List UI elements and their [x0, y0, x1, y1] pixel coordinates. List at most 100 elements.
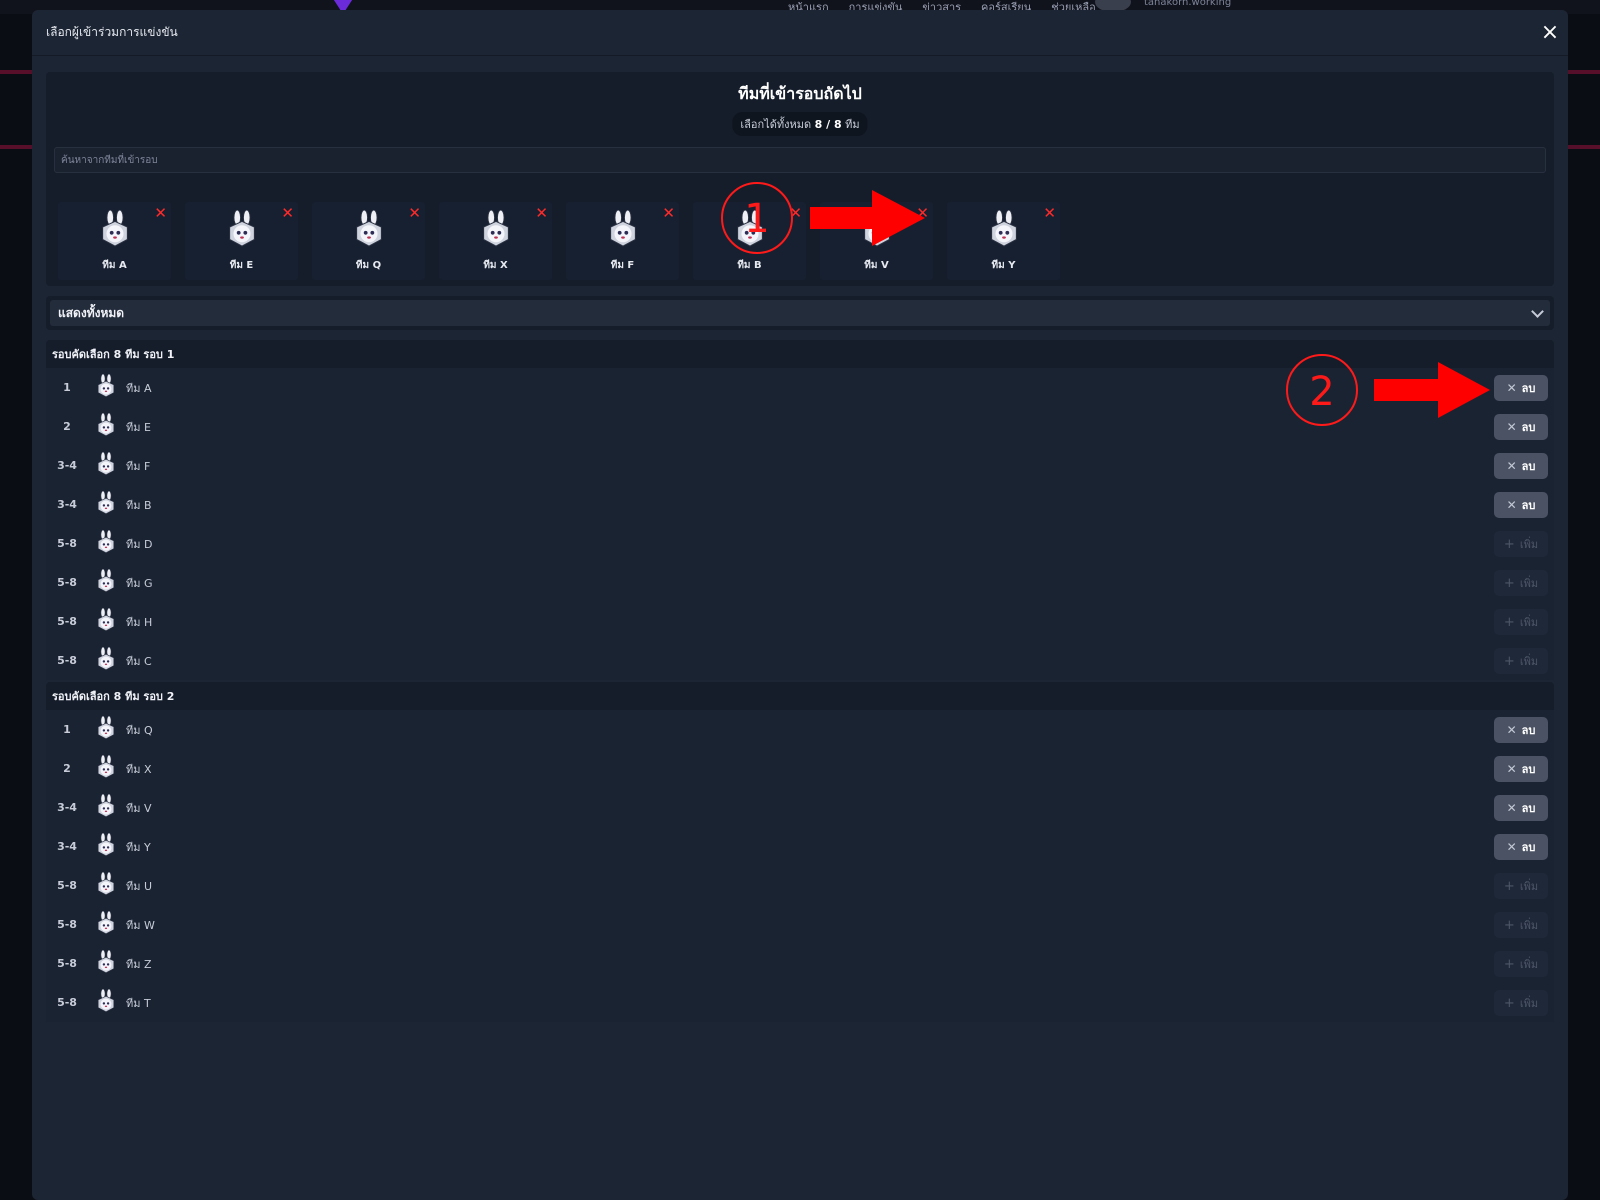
plus-icon: +: [1503, 878, 1515, 894]
team-rank: 3-4: [57, 498, 77, 511]
team-row: 5-8 ทีม H + เพิ่ม: [46, 602, 1554, 641]
plus-icon: +: [1503, 917, 1515, 933]
close-icon[interactable]: ×: [1540, 22, 1560, 44]
add-button[interactable]: + เพิ่ม: [1494, 531, 1548, 557]
team-rank: 5-8: [57, 537, 77, 550]
remove-team-icon[interactable]: ✕: [408, 204, 421, 222]
team-name: ทีม Q: [126, 723, 153, 737]
team-row: 5-8 ทีม Z + เพิ่ม: [46, 944, 1554, 983]
add-button[interactable]: + เพิ่ม: [1494, 570, 1548, 596]
team-row: 5-8 ทีม C + เพิ่ม: [46, 641, 1554, 680]
close-icon: ✕: [1506, 801, 1517, 815]
team-avatar-icon: [604, 209, 642, 252]
action-label: เพิ่ม: [1519, 958, 1539, 971]
selected-team-name: ทีม E: [229, 260, 254, 271]
team-rank: 5-8: [57, 654, 77, 667]
filter-dropdown[interactable]: แสดงทั้งหมด: [46, 296, 1554, 330]
team-rank: 3-4: [57, 801, 77, 814]
selected-team-card: ✕ ทีม Q: [312, 202, 425, 280]
plus-icon: +: [1503, 653, 1515, 669]
team-name: ทีม W: [126, 918, 155, 932]
team-avatar-icon: [350, 209, 388, 252]
plus-icon: +: [1503, 995, 1515, 1011]
add-button[interactable]: + เพิ่ม: [1494, 648, 1548, 674]
close-icon: ✕: [1506, 762, 1517, 776]
next-round-panel: ทีมที่เข้ารอบถัดไป เลือกได้ทั้งหมด 8 / 8…: [46, 72, 1554, 286]
team-avatar-icon: [858, 209, 896, 252]
action-label: เพิ่ม: [1519, 997, 1539, 1010]
team-rank: 5-8: [57, 918, 77, 931]
team-rank: 5-8: [57, 576, 77, 589]
team-rows: 1 ทีม Q ✕ ลบ 2 ทีม X ✕ ลบ 3-4 ทีม V ✕ ลบ 3-4 ทีม Y ✕ ลบ…: [46, 710, 1554, 1022]
close-icon: ✕: [1506, 723, 1517, 737]
remove-button[interactable]: ✕ ลบ: [1494, 834, 1548, 860]
close-icon: ✕: [1506, 498, 1517, 512]
qualifier-group-1: รอบคัดเลือก 8 ทีม รอบ 1 1 ทีม A ✕ ลบ 2 ทีม E ✕…: [46, 340, 1554, 680]
chevron-down-icon: [1531, 304, 1544, 318]
team-avatar-icon: [731, 209, 769, 252]
team-avatar-icon: [94, 871, 118, 900]
add-button[interactable]: + เพิ่ม: [1494, 609, 1548, 635]
team-avatar-icon: [985, 209, 1023, 252]
action-label: ลบ: [1521, 460, 1536, 473]
team-row: 3-4 ทีม Y ✕ ลบ: [46, 827, 1554, 866]
action-label: เพิ่ม: [1519, 616, 1539, 629]
remove-button[interactable]: ✕ ลบ: [1494, 414, 1548, 440]
add-button[interactable]: + เพิ่ม: [1494, 912, 1548, 938]
remove-button[interactable]: ✕ ลบ: [1494, 492, 1548, 518]
remove-team-icon[interactable]: ✕: [916, 204, 929, 222]
count-value: 8 / 8: [814, 118, 842, 131]
team-avatar-icon: [223, 209, 261, 252]
remove-button[interactable]: ✕ ลบ: [1494, 375, 1548, 401]
team-rank: 1: [63, 723, 71, 736]
remove-button[interactable]: ✕ ลบ: [1494, 795, 1548, 821]
panel-title: ทีมที่เข้ารอบถัดไป: [738, 84, 862, 103]
team-avatar-icon: [94, 490, 118, 519]
remove-team-icon[interactable]: ✕: [662, 204, 675, 222]
qualifier-group-2: รอบคัดเลือก 8 ทีม รอบ 2 1 ทีม Q ✕ ลบ 2 ทีม X ✕…: [46, 682, 1554, 1022]
team-rank: 3-4: [57, 840, 77, 853]
team-avatar-icon: [94, 715, 118, 744]
remove-button[interactable]: ✕ ลบ: [1494, 453, 1548, 479]
selected-team-card: ✕ ทีม Y: [947, 202, 1060, 280]
username: tanakorn.working: [1144, 0, 1232, 8]
team-row: 5-8 ทีม W + เพิ่ม: [46, 905, 1554, 944]
group-title: รอบคัดเลือก 8 ทีม รอบ 2: [52, 690, 175, 703]
team-name: ทีม E: [126, 420, 151, 434]
team-avatar-icon: [94, 646, 118, 675]
team-avatar-icon: [477, 209, 515, 252]
team-name: ทีม B: [126, 498, 152, 512]
team-name: ทีม T: [126, 996, 151, 1010]
team-row: 5-8 ทีม G + เพิ่ม: [46, 563, 1554, 602]
filter-select[interactable]: แสดงทั้งหมด: [50, 300, 1550, 326]
team-name: ทีม C: [126, 654, 152, 668]
remove-button[interactable]: ✕ ลบ: [1494, 717, 1548, 743]
add-button[interactable]: + เพิ่ม: [1494, 990, 1548, 1016]
team-avatar-icon: [94, 910, 118, 939]
selected-team-name: ทีม F: [610, 260, 635, 271]
team-name: ทีม X: [126, 762, 152, 776]
team-avatar-icon: [94, 607, 118, 636]
team-rank: 5-8: [57, 957, 77, 970]
team-row: 2 ทีม E ✕ ลบ: [46, 407, 1554, 446]
team-row: 1 ทีม A ✕ ลบ: [46, 368, 1554, 407]
selected-team-card: ✕ ทีม F: [566, 202, 679, 280]
team-avatar-icon: [94, 568, 118, 597]
remove-button[interactable]: ✕ ลบ: [1494, 756, 1548, 782]
team-avatar-icon: [94, 793, 118, 822]
selected-team-card: ✕ ทีม V: [820, 202, 933, 280]
remove-team-icon[interactable]: ✕: [535, 204, 548, 222]
add-button[interactable]: + เพิ่ม: [1494, 873, 1548, 899]
remove-team-icon[interactable]: ✕: [1043, 204, 1056, 222]
remove-team-icon[interactable]: ✕: [154, 204, 167, 222]
remove-team-icon[interactable]: ✕: [789, 204, 802, 222]
action-label: ลบ: [1521, 499, 1536, 512]
plus-icon: +: [1503, 614, 1515, 630]
remove-team-icon[interactable]: ✕: [281, 204, 294, 222]
add-button[interactable]: + เพิ่ม: [1494, 951, 1548, 977]
team-name: ทีม H: [126, 615, 153, 629]
search-input[interactable]: [54, 147, 1546, 173]
team-name: ทีม F: [126, 459, 151, 473]
team-avatar-icon: [94, 529, 118, 558]
close-icon: ✕: [1506, 381, 1517, 395]
